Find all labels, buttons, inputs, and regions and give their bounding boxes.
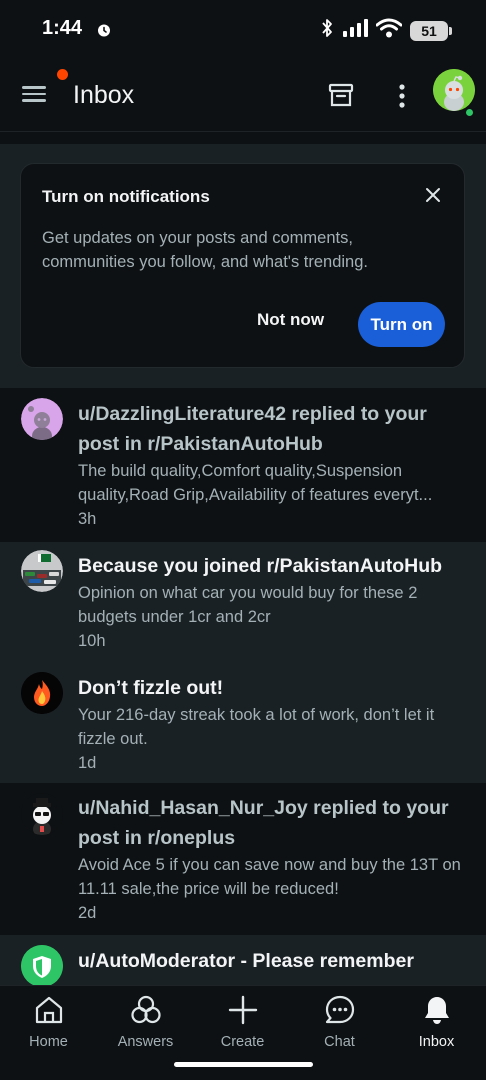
home-icon — [33, 994, 65, 1026]
nav-answers[interactable]: Answers — [97, 994, 194, 1050]
notification-prompt-card: Turn on notifications Get updates on you… — [20, 163, 465, 368]
close-icon[interactable] — [422, 184, 444, 206]
nav-inbox-label: Inbox — [418, 1034, 455, 1050]
shield-icon — [21, 945, 63, 985]
inbox-item-text: Opinion on what car you would buy for th… — [78, 584, 418, 626]
nav-chat-label: Chat — [324, 1034, 355, 1050]
bluetooth-icon — [320, 18, 334, 43]
inbox-item-title: u/DazzlingLiterature42 replied to your p… — [78, 403, 427, 455]
not-now-button[interactable]: Not now — [257, 310, 324, 330]
archive-icon[interactable] — [327, 81, 355, 114]
inbox-item[interactable]: u/DazzlingLiterature42 replied to your p… — [0, 388, 486, 542]
community-icon — [21, 550, 63, 592]
inbox-item-time: 2d — [78, 904, 97, 922]
status-bar: 1:44 51 — [0, 0, 486, 60]
inbox-item-text: Your 216-day streak took a lot of work, … — [78, 706, 435, 748]
inbox-item-title: u/Nahid_Hasan_Nur_Joy replied to your po… — [78, 797, 449, 849]
nav-home-label: Home — [29, 1034, 68, 1050]
menu-notification-dot — [57, 69, 68, 80]
user-avatar[interactable] — [433, 69, 475, 111]
plus-icon — [227, 994, 259, 1026]
inbox-item[interactable]: Because you joined r/PakistanAutoHub Opi… — [0, 542, 486, 663]
nav-home[interactable]: Home — [0, 994, 97, 1050]
inbox-item-content: u/AutoModerator - Please remember — [78, 946, 468, 976]
inbox-item[interactable]: u/Nahid_Hasan_Nur_Joy replied to your po… — [0, 783, 486, 935]
wifi-icon — [375, 18, 403, 43]
inbox-item-content: u/DazzlingLiterature42 replied to your p… — [78, 399, 468, 531]
notification-prompt-title: Turn on notifications — [42, 187, 210, 206]
inbox-item-time: 3h — [78, 510, 97, 528]
answers-icon — [130, 994, 162, 1026]
inbox-item-content: Don’t fizzle out! Your 216-day streak to… — [78, 673, 468, 775]
user-avatar-icon — [21, 793, 63, 835]
home-indicator[interactable] — [174, 1062, 313, 1067]
inbox-item-title: Because you joined r/PakistanAutoHub — [78, 555, 443, 577]
inbox-item-title: u/AutoModerator - Please remember — [78, 950, 414, 972]
inbox-item-text: The build quality,Comfort quality,Suspen… — [78, 462, 433, 504]
nav-create[interactable]: Create — [194, 994, 291, 1050]
page-title: Inbox — [73, 81, 135, 109]
menu-button[interactable] — [22, 82, 50, 108]
user-avatar-icon — [21, 398, 63, 440]
inbox-item-text: Avoid Ace 5 if you can save now and buy … — [78, 856, 461, 898]
bell-icon — [421, 994, 453, 1026]
inbox-item-content: u/Nahid_Hasan_Nur_Joy replied to your po… — [78, 793, 468, 925]
signal-icon — [342, 18, 368, 43]
nav-create-label: Create — [220, 1034, 265, 1050]
inbox-item-content: Because you joined r/PakistanAutoHub Opi… — [78, 551, 468, 653]
inbox-item-time: 10h — [78, 632, 106, 650]
nav-chat[interactable]: Chat — [291, 994, 388, 1050]
inbox-item-title: Don’t fizzle out! — [78, 677, 224, 699]
notification-prompt-description: Get updates on your posts and comments, … — [42, 229, 368, 271]
notification-prompt-section: Turn on notifications Get updates on you… — [0, 144, 486, 388]
inbox-item-time: 1d — [78, 754, 97, 772]
inbox-item[interactable]: Don’t fizzle out! Your 216-day streak to… — [0, 663, 486, 783]
chat-icon — [324, 994, 356, 1026]
fire-icon — [21, 672, 63, 714]
status-icons: 51 — [320, 18, 452, 43]
battery-indicator: 51 — [410, 20, 452, 41]
turn-on-button[interactable]: Turn on — [358, 302, 445, 347]
inbox-item[interactable]: u/AutoModerator - Please remember — [0, 935, 486, 985]
status-time: 1:44 — [42, 17, 83, 39]
app-header: Inbox — [0, 60, 486, 132]
nav-answers-label: Answers — [117, 1034, 174, 1050]
more-options-icon[interactable] — [392, 82, 412, 115]
nav-inbox[interactable]: Inbox — [388, 994, 485, 1050]
alarm-icon — [96, 22, 112, 43]
online-status-dot — [465, 108, 474, 117]
